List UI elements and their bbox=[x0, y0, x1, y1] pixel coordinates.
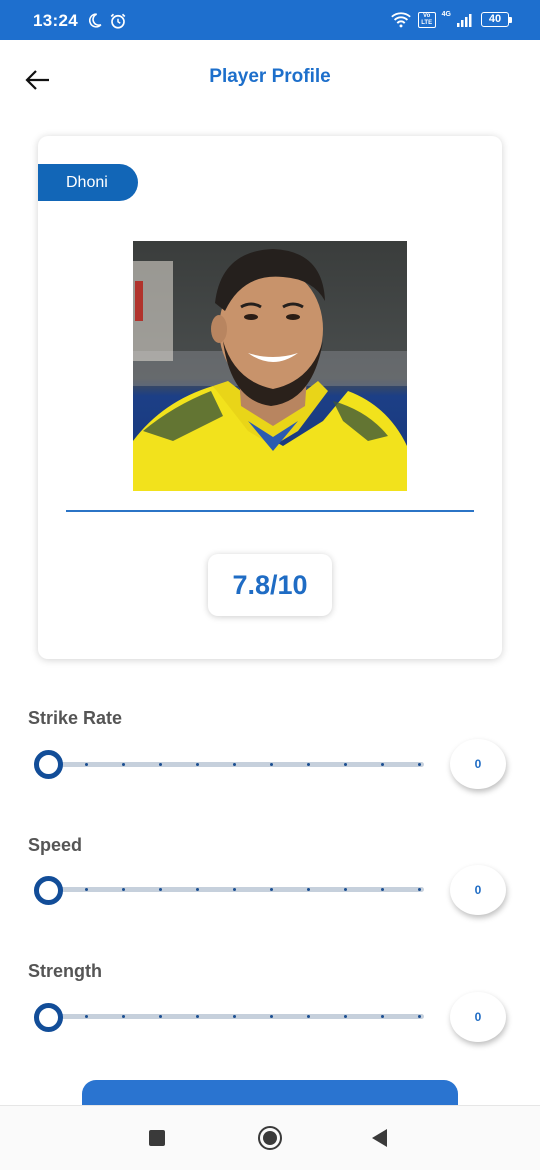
battery-level: 40 bbox=[481, 12, 509, 27]
back-icon[interactable] bbox=[372, 1129, 387, 1147]
strike-rate-slider-thumb[interactable] bbox=[34, 750, 63, 779]
status-bar: 13:24 Vo LTE 4G 40 bbox=[0, 0, 540, 40]
speed-label: Speed bbox=[28, 835, 83, 855]
status-icons-left bbox=[86, 12, 127, 30]
volte-badge: Vo LTE bbox=[417, 11, 436, 28]
strength-value: 0 bbox=[450, 992, 506, 1042]
strength-slider-track[interactable] bbox=[48, 1014, 424, 1019]
strike-rate-slider-track[interactable] bbox=[48, 762, 424, 767]
recents-icon[interactable] bbox=[149, 1130, 165, 1146]
card-divider bbox=[66, 510, 474, 512]
strike-rate-label: Strike Rate bbox=[28, 708, 123, 728]
page-title: Player Profile bbox=[209, 66, 331, 87]
profile-card: Dhoni 7.8/10 bbox=[38, 136, 502, 659]
speed-slider-thumb[interactable] bbox=[34, 876, 63, 905]
rating-box: 7.8/10 bbox=[208, 554, 332, 616]
status-time: 13:24 bbox=[33, 11, 78, 30]
network-type: 4G bbox=[441, 11, 451, 18]
signal-icon bbox=[457, 13, 472, 27]
player-photo-image bbox=[133, 241, 407, 491]
speed-value: 0 bbox=[450, 865, 506, 915]
strike-rate-value: 0 bbox=[450, 739, 506, 789]
strength-slider-thumb[interactable] bbox=[34, 1003, 63, 1032]
status-icons-right: Vo LTE 4G 40 bbox=[390, 11, 512, 28]
android-nav-bar bbox=[0, 1105, 540, 1170]
player-profile-screen: 13:24 Vo LTE 4G 40 Player Profile Dhoni … bbox=[0, 0, 540, 1170]
player-photo bbox=[133, 241, 407, 491]
alarm-icon bbox=[110, 13, 126, 29]
speed-slider-track[interactable] bbox=[48, 887, 424, 892]
strength-label: Strength bbox=[28, 961, 102, 981]
wifi-icon bbox=[390, 12, 411, 28]
moon-icon bbox=[89, 13, 102, 28]
battery-icon: 40 bbox=[481, 12, 512, 27]
player-name-tag: Dhoni bbox=[38, 164, 138, 201]
home-icon[interactable] bbox=[258, 1126, 282, 1150]
